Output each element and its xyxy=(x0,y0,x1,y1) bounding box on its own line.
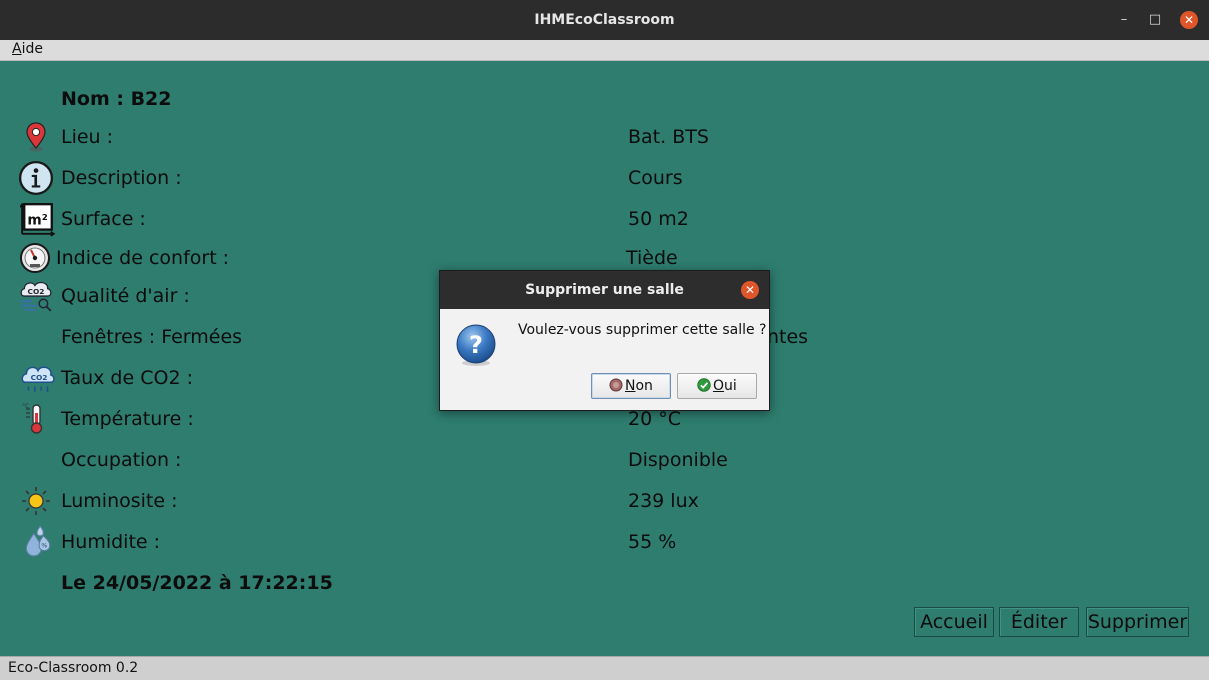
row-lieu: Lieu : Bat. BTS xyxy=(2,121,1207,155)
window-title: IHMEcoClassroom xyxy=(534,12,675,28)
value-confort: Tiède xyxy=(626,247,678,269)
menu-aide-label: ide xyxy=(21,41,43,57)
no-icon xyxy=(609,378,623,392)
check-icon xyxy=(697,378,711,392)
label-fenetres: Fenêtres : Fermées xyxy=(61,326,243,348)
gauge-icon xyxy=(20,243,50,273)
home-button[interactable]: Accueil xyxy=(914,607,994,637)
sun-icon xyxy=(22,487,50,515)
value-occupation: Disponible xyxy=(628,449,728,471)
no-label: Non xyxy=(625,378,653,394)
svg-text:CO2: CO2 xyxy=(28,287,45,296)
app-window: IHMEcoClassroom – □ ✕ Aide Nom : B22 Lie… xyxy=(0,0,1209,680)
close-icon[interactable]: ✕ xyxy=(1180,11,1198,29)
label-co2: Taux de CO2 : xyxy=(61,367,193,389)
label-occupation: Occupation : xyxy=(61,449,182,471)
edit-button[interactable]: Éditer xyxy=(999,607,1079,637)
svg-text:m²: m² xyxy=(27,212,47,228)
thermometer-icon: °C xyxy=(22,403,43,434)
yes-label-rest: ui xyxy=(724,378,737,394)
row-surface: m² Surface : 50 m2 xyxy=(2,202,1207,237)
menu-aide[interactable]: Aide xyxy=(12,41,43,57)
menu-aide-mnemonic: A xyxy=(12,41,22,57)
label-temperature: Température : xyxy=(61,408,194,430)
value-lieu: Bat. BTS xyxy=(628,126,709,148)
co2-cloud-icon: CO2 xyxy=(20,281,52,312)
delete-confirm-dialog: Supprimer une salle ✕ ? Voulez-vous supp… xyxy=(439,270,770,411)
info-icon xyxy=(18,160,54,196)
status-bar: Eco-Classroom 0.2 xyxy=(0,656,1209,680)
title-bar: IHMEcoClassroom – □ ✕ xyxy=(0,0,1209,40)
value-description: Cours xyxy=(628,167,683,189)
yes-mnemonic: O xyxy=(713,378,725,394)
label-luminosite: Luminosite : xyxy=(61,490,178,512)
row-luminosite: Luminosite : 239 lux xyxy=(2,485,1207,519)
menu-bar: Aide xyxy=(0,40,1209,61)
row-description: Description : Cours xyxy=(2,160,1207,196)
dialog-close-icon[interactable]: ✕ xyxy=(741,281,759,299)
label-description: Description : xyxy=(61,167,182,189)
dialog-title: Supprimer une salle xyxy=(525,282,684,298)
area-m2-icon: m² xyxy=(20,202,56,237)
svg-text:%: % xyxy=(41,541,47,549)
room-name: Nom : B22 xyxy=(61,88,172,110)
label-qualite-air: Qualité d'air : xyxy=(61,285,190,307)
no-label-rest: on xyxy=(635,378,653,394)
room-name-row: Nom : B22 xyxy=(2,83,1207,117)
location-pin-icon xyxy=(26,122,46,152)
value-temperature: 20 °C xyxy=(628,408,681,430)
row-occupation: Occupation : Disponible xyxy=(2,444,1207,478)
maximize-icon[interactable]: □ xyxy=(1146,11,1164,29)
delete-button[interactable]: Supprimer xyxy=(1086,607,1189,637)
no-button[interactable]: Non xyxy=(591,373,671,399)
label-surface: Surface : xyxy=(61,208,146,230)
humidity-icon: % xyxy=(25,525,51,557)
value-luminosite: 239 lux xyxy=(628,490,699,512)
co2-icon: CO2 xyxy=(21,366,55,392)
status-text: Eco-Classroom 0.2 xyxy=(8,660,139,676)
yes-button[interactable]: Oui xyxy=(677,373,757,399)
dialog-title-bar: Supprimer une salle ✕ xyxy=(440,271,769,309)
timestamp-row: Le 24/05/2022 à 17:22:15 xyxy=(2,567,1207,601)
no-mnemonic: N xyxy=(625,378,636,394)
label-lieu: Lieu : xyxy=(61,126,114,148)
dialog-message: Voulez-vous supprimer cette salle ? xyxy=(518,322,767,338)
svg-text:°C: °C xyxy=(22,403,29,410)
measurement-timestamp: Le 24/05/2022 à 17:22:15 xyxy=(61,572,333,594)
value-fenetres: ntes xyxy=(767,326,809,348)
svg-text:?: ? xyxy=(469,331,483,359)
label-humidite: Humidite : xyxy=(61,531,161,553)
minimize-icon[interactable]: – xyxy=(1115,11,1133,29)
yes-label: Oui xyxy=(713,378,737,394)
label-confort: Indice de confort : xyxy=(56,247,230,269)
value-humidite: 55 % xyxy=(628,531,677,553)
question-icon: ? xyxy=(456,324,496,366)
value-surface: 50 m2 xyxy=(628,208,689,230)
svg-text:CO2: CO2 xyxy=(31,373,48,382)
row-humidite: % Humidite : 55 % xyxy=(2,525,1207,560)
